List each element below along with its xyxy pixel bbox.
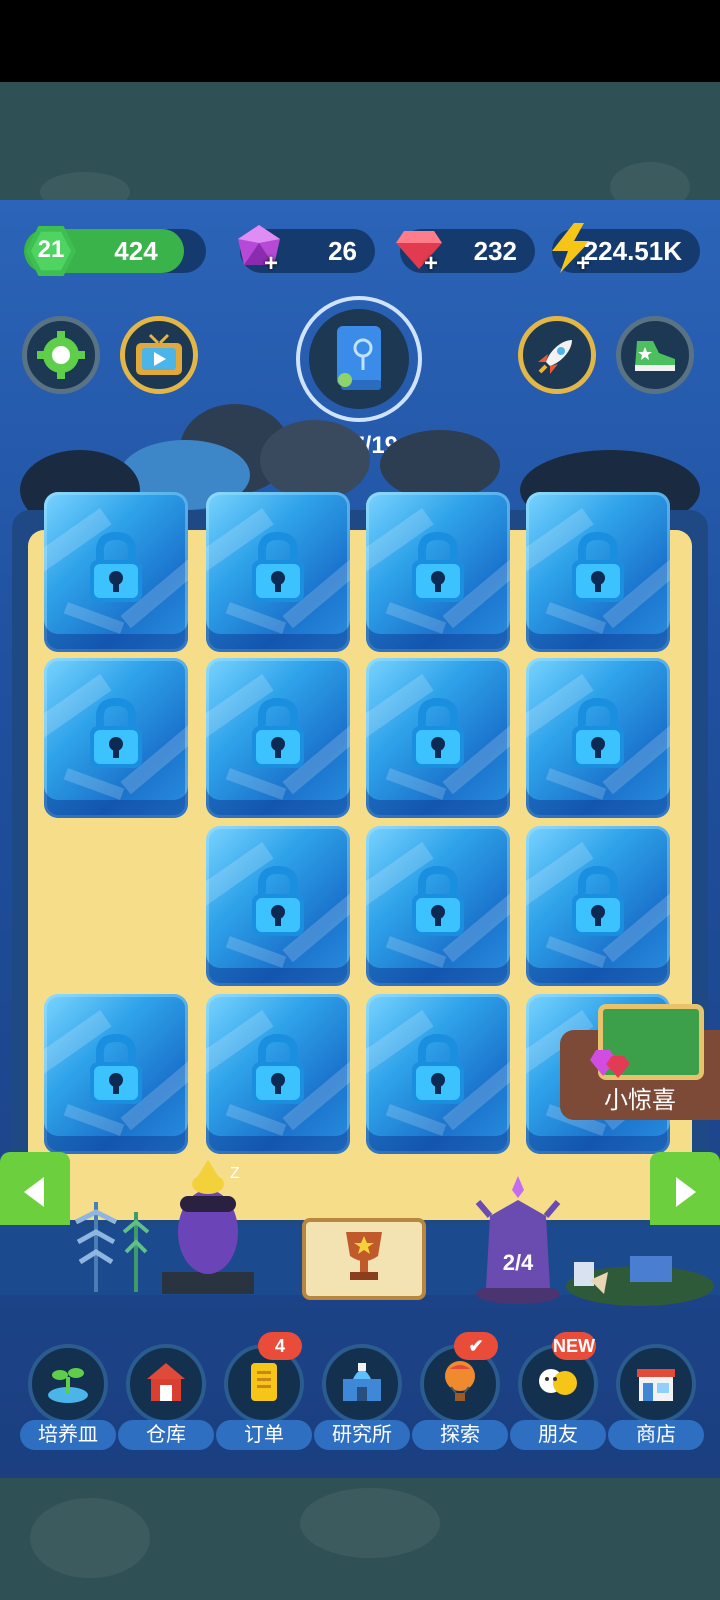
statue-progress: 2/4 [502,1250,534,1275]
nav-icon-circle [126,1344,206,1424]
energy-counter[interactable]: + 224.51K [552,223,700,276]
watch-video-button[interactable] [120,316,198,394]
book-icon [337,326,381,390]
nav-label: 商店 [608,1420,704,1450]
rocket-button[interactable] [518,316,596,394]
lock-icon [252,865,304,936]
settings-button[interactable] [22,316,100,394]
nav-label: 仓库 [118,1420,214,1450]
locked-cell[interactable] [206,492,350,652]
svg-text:Z: Z [230,1165,240,1182]
barn-icon [143,1359,189,1410]
nav-label: 朋友 [510,1420,606,1450]
cloud [380,430,500,500]
gear-icon [37,331,85,379]
nav-label: 探索 [412,1420,508,1450]
nav-icon-circle [28,1344,108,1424]
lock-icon [252,1033,304,1104]
nav-icon-circle [616,1344,696,1424]
lock-icon [412,531,464,602]
plants-decoration [74,1202,150,1292]
locked-cell[interactable] [526,826,670,986]
lab-icon [339,1359,385,1410]
nav-icon-circle [322,1344,402,1424]
tv-icon [136,333,182,375]
locked-cell[interactable] [44,994,188,1154]
gift-gems-icon [590,1050,630,1078]
nav-item-sprout[interactable]: 培养皿 [20,1344,116,1454]
junk-pile [566,1256,714,1306]
locked-cell[interactable] [44,492,188,652]
shoes-button[interactable] [616,316,694,394]
locked-cell[interactable] [44,658,188,818]
lock-icon [252,697,304,768]
nav-item-barn[interactable]: 仓库 [118,1344,214,1454]
sleeping-monster: Z [162,1160,254,1294]
background-top [0,82,720,212]
nav-badge: NEW [552,1332,596,1360]
locked-cell[interactable] [366,826,510,986]
nav-item-scroll[interactable]: 订单 4 [216,1332,312,1454]
locked-cell[interactable] [366,492,510,652]
lock-icon [90,1033,142,1104]
purple-gem-value: 26 [328,236,357,266]
lock-icon [572,531,624,602]
lock-icon [412,1033,464,1104]
lock-icon [572,865,624,936]
nav-label: 研究所 [314,1420,410,1450]
balloon-icon [437,1359,483,1410]
scroll-icon [241,1359,287,1410]
nav-badge: 4 [258,1332,302,1360]
lock-icon [252,531,304,602]
achievements-sign[interactable] [302,1218,426,1300]
shop-icon [633,1359,679,1410]
nav-label: 培养皿 [20,1420,116,1450]
locked-cell[interactable] [206,994,350,1154]
friends-icon [535,1359,581,1410]
locked-cell[interactable] [526,658,670,818]
cloud [260,420,370,500]
locked-cell[interactable] [366,658,510,818]
locked-cell[interactable] [526,492,670,652]
lock-icon [90,531,142,602]
nav-label: 订单 [216,1420,312,1450]
level-number: 21 [37,236,65,263]
red-gem-counter[interactable]: + 232 [396,229,535,276]
locked-cell[interactable] [366,994,510,1154]
lock-icon [572,697,624,768]
nav-item-friends[interactable]: 朋友 NEW [510,1332,606,1454]
collection-book-button[interactable] [296,296,422,422]
add-red-gem-icon[interactable]: + [422,252,440,276]
xp-value: 424 [114,236,158,266]
nav-item-balloon[interactable]: 探索 ✔ [412,1332,508,1454]
trophy-icon [346,1232,382,1280]
purple-gem-counter[interactable]: + 26 [238,225,375,276]
sprout-icon [45,1359,91,1410]
energy-value: 224.51K [583,236,682,266]
crystal-statue[interactable] [468,1176,568,1306]
level-xp-bar: 21 424 [24,226,206,276]
status-bar-area [0,0,720,82]
lock-icon [412,697,464,768]
add-purple-gem-icon[interactable]: + [262,252,280,276]
rocket-icon [538,340,572,374]
arrow-right-icon [676,1177,696,1207]
background-bottom [0,1478,720,1600]
red-gem-value: 232 [473,236,517,266]
nav-item-shop[interactable]: 商店 [608,1344,704,1454]
locked-cell[interactable] [206,826,350,986]
locked-cell[interactable] [206,658,350,818]
surprise-label[interactable]: 小惊喜 [560,1080,720,1115]
lock-icon [90,697,142,768]
sneaker-icon [635,341,675,371]
nav-item-lab[interactable]: 研究所 [314,1344,410,1454]
lock-icon [412,865,464,936]
nav-badge: ✔ [454,1332,498,1360]
